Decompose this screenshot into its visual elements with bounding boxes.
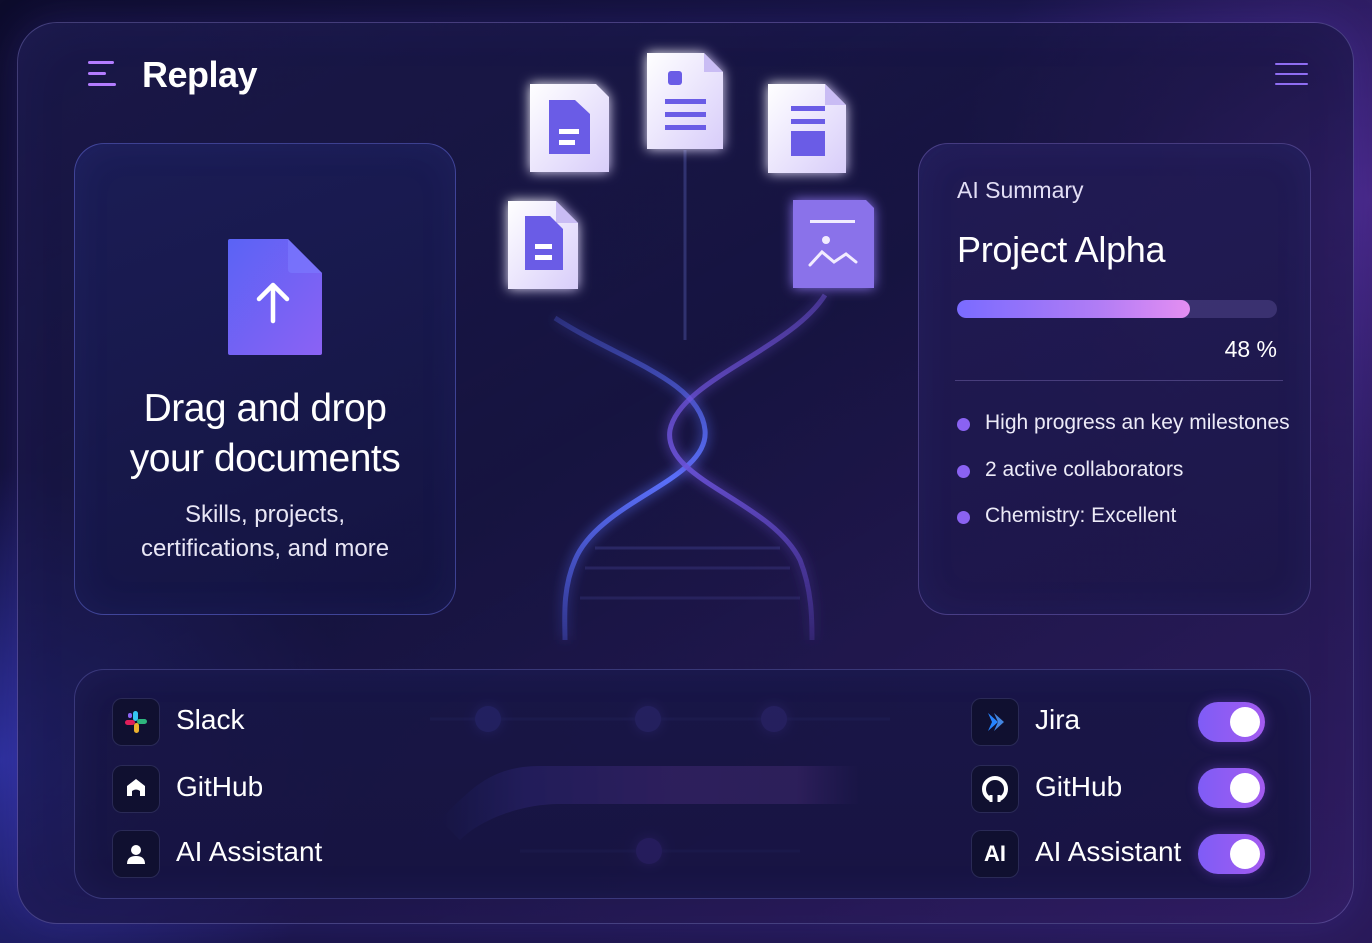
jira-icon: [971, 698, 1019, 746]
upload-title-line: Drag and drop: [143, 387, 387, 430]
upload-subtitle: Skills, projects, certifications, and mo…: [74, 498, 456, 566]
jira-toggle[interactable]: [1198, 702, 1265, 742]
upload-subtitle-line: certifications, and more: [140, 535, 390, 562]
toggle-knob: [1230, 707, 1260, 737]
bullet-text: 2 active collaborators: [985, 458, 1184, 481]
ai-summary-card: [918, 143, 1311, 615]
integration-label: GitHub: [176, 771, 264, 802]
menu-icon[interactable]: [88, 61, 118, 89]
integration-label: GitHub: [1035, 771, 1123, 802]
integration-label: Slack: [176, 704, 245, 735]
integration-label: AI Assistant: [176, 836, 323, 867]
bullet-text: Chemistry: Excellent: [985, 504, 1177, 527]
toggle-knob: [1230, 839, 1260, 869]
bullet-dot: [957, 465, 970, 478]
github-toggle[interactable]: [1198, 768, 1265, 808]
ai-assistant-toggle[interactable]: [1198, 834, 1265, 874]
progress-fill: [957, 300, 1191, 318]
upload-file-icon: [228, 239, 322, 355]
ai-icon: AI: [971, 830, 1019, 878]
hamburger-menu-icon[interactable]: [1275, 63, 1308, 87]
integration-label: AI Assistant: [1035, 836, 1182, 867]
bullet-text: High progress an key milestones: [985, 411, 1290, 434]
upload-subtitle-line: Skills, projects,: [184, 501, 346, 528]
bullet-dot: [957, 511, 970, 524]
slack-icon: [112, 698, 160, 746]
app-title: Replay: [142, 54, 258, 95]
github-icon: [112, 765, 160, 813]
integration-label: Jira: [1035, 704, 1081, 735]
progress-bar: [957, 300, 1277, 318]
ai-icon-text: AI: [984, 841, 1006, 866]
bullet-dot: [957, 418, 970, 431]
user-icon: [112, 830, 160, 878]
project-title: Project Alpha: [957, 229, 1166, 270]
toggle-knob: [1230, 773, 1260, 803]
upload-title: Drag and drop your documents: [74, 384, 456, 484]
summary-label: AI Summary: [957, 177, 1084, 203]
divider: [955, 380, 1283, 381]
progress-percent: 48 %: [1224, 336, 1277, 362]
upload-title-line: your documents: [129, 437, 401, 480]
github-icon: [971, 765, 1019, 813]
